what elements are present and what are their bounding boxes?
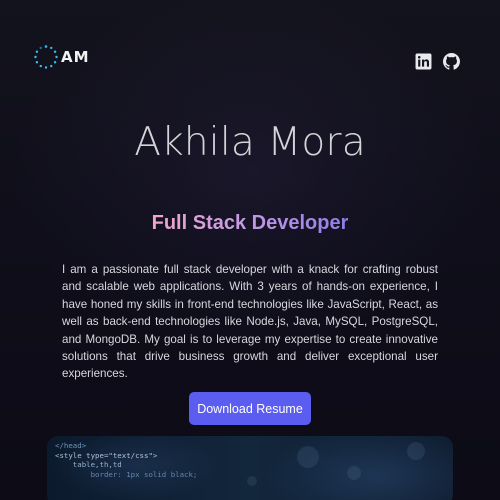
dotted-ring-icon — [34, 45, 58, 69]
bokeh-light — [407, 442, 425, 460]
linkedin-icon[interactable] — [415, 53, 432, 70]
bokeh-light — [297, 446, 319, 468]
code-line: border: 1px solid black; — [55, 469, 198, 479]
brand-logo[interactable]: AM — [33, 44, 90, 70]
download-resume-button[interactable]: Download Resume — [189, 392, 311, 425]
code-snippet: </head> <style type="text/css"> table,th… — [55, 441, 197, 479]
hero-bio: I am a passionate full stack developer w… — [62, 263, 438, 381]
code-line: </head> — [55, 441, 87, 450]
logo-text: AM — [61, 48, 90, 66]
role-text: Full Stack Developer — [151, 212, 349, 234]
hero-role: Full Stack Developer — [0, 212, 500, 235]
bokeh-light — [347, 466, 361, 480]
site-header: AM — [0, 0, 500, 110]
code-line: table,th,td — [55, 460, 122, 470]
code-screenshot-image: </head> <style type="text/css"> table,th… — [47, 436, 453, 500]
hero-name: Akhila Mora — [134, 120, 366, 165]
bokeh-light — [247, 476, 257, 486]
github-icon[interactable] — [443, 53, 460, 70]
social-links — [415, 53, 460, 70]
code-line: <style type="text/css"> — [55, 450, 158, 460]
